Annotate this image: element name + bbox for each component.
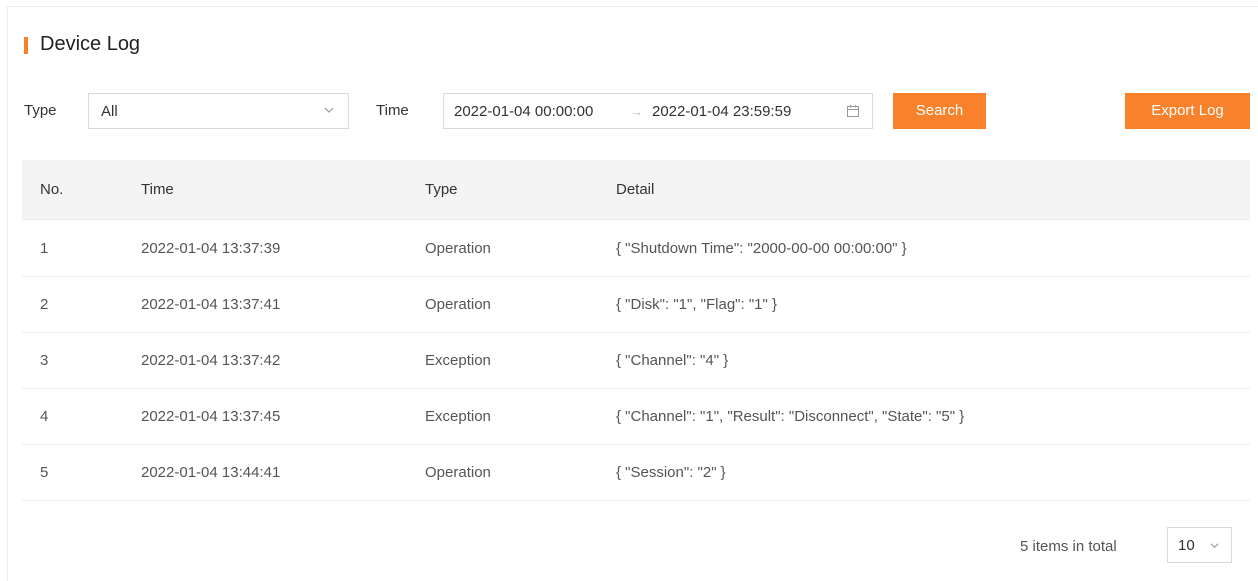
cell-type: Operation [425,296,491,313]
cell-detail: { "Channel": "4" } [616,352,729,369]
cell-type: Operation [425,464,491,481]
cell-no: 1 [40,240,49,257]
page-size-value: 10 [1178,537,1195,554]
chevron-down-icon [1210,543,1219,549]
cell-time: 2022-01-04 13:37:39 [141,240,281,257]
column-header-detail: Detail [616,181,655,198]
calendar-icon[interactable] [846,104,860,118]
time-range-end[interactable]: 2022-01-04 23:59:59 [652,102,791,122]
total-items-text: 5 items in total [1020,538,1117,555]
table-row: 5 2022-01-04 13:44:41 Operation { "Sessi… [22,445,1250,501]
time-filter-label: Time [376,102,409,119]
cell-no: 3 [40,352,49,369]
type-select[interactable]: All [88,93,349,129]
table-row: 2 2022-01-04 13:37:41 Operation { "Disk"… [22,277,1250,333]
range-arrow-icon: → [630,104,643,119]
table-row: 1 2022-01-04 13:37:39 Operation { "Shutd… [22,221,1250,277]
time-range-start[interactable]: 2022-01-04 00:00:00 [454,102,593,122]
type-filter-label: Type [24,102,57,119]
title-accent-bar [24,37,28,54]
cell-no: 2 [40,296,49,313]
search-button[interactable]: Search [893,93,986,129]
table-row: 4 2022-01-04 13:37:45 Exception { "Chann… [22,389,1250,445]
cell-type: Operation [425,240,491,257]
cell-time: 2022-01-04 13:37:42 [141,352,281,369]
cell-time: 2022-01-04 13:37:45 [141,408,281,425]
cell-type: Exception [425,408,491,425]
page-size-select[interactable]: 10 [1167,527,1232,563]
table-header: No. Time Type Detail [22,160,1250,220]
type-select-value: All [101,103,118,120]
cell-detail: { "Shutdown Time": "2000-00-00 00:00:00"… [616,240,907,257]
page-title: Device Log [40,33,141,55]
cell-time: 2022-01-04 13:44:41 [141,464,281,481]
cell-no: 4 [40,408,49,425]
column-header-time: Time [141,181,174,198]
cell-detail: { "Session": "2" } [616,464,726,481]
column-header-type: Type [425,181,458,198]
cell-time: 2022-01-04 13:37:41 [141,296,281,313]
cell-type: Exception [425,352,491,369]
cell-detail: { "Channel": "1", "Result": "Disconnect"… [616,408,965,425]
time-range-picker[interactable]: 2022-01-04 00:00:00 → 2022-01-04 23:59:5… [443,93,873,129]
column-header-no: No. [40,181,64,198]
cell-no: 5 [40,464,49,481]
export-log-button[interactable]: Export Log [1125,93,1250,129]
chevron-down-icon [324,107,334,113]
cell-detail: { "Disk": "1", "Flag": "1" } [616,296,777,313]
table-row: 3 2022-01-04 13:37:42 Exception { "Chann… [22,333,1250,389]
